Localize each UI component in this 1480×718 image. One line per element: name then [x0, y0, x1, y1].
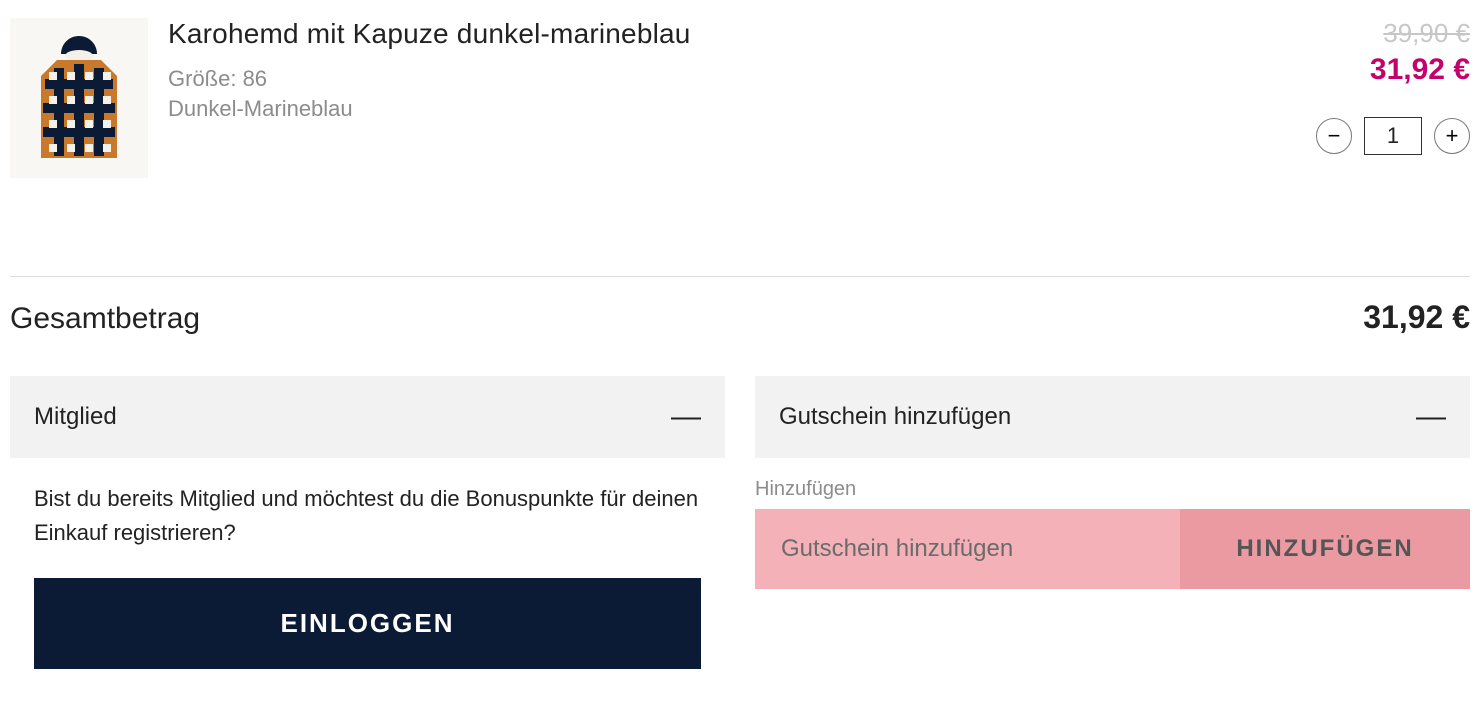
old-price: 39,90 € — [1250, 18, 1470, 49]
voucher-panel: Gutschein hinzufügen — Hinzufügen HINZUF… — [755, 376, 1470, 669]
voucher-panel-head[interactable]: Gutschein hinzufügen — — [755, 376, 1470, 458]
member-panel: Mitglied — Bist du bereits Mitglied und … — [10, 376, 725, 669]
product-title: Karohemd mit Kapuze dunkel-marineblau — [168, 18, 1230, 50]
login-button[interactable]: EINLOGGEN — [34, 578, 701, 669]
voucher-add-button[interactable]: HINZUFÜGEN — [1180, 509, 1470, 589]
collapse-icon: — — [1416, 400, 1446, 434]
member-text: Bist du bereits Mitglied und möchtest du… — [34, 482, 701, 550]
member-panel-body: Bist du bereits Mitglied und möchtest du… — [10, 458, 725, 669]
price-block: 39,90 € 31,92 € − 1 + — [1250, 18, 1470, 155]
member-title: Mitglied — [34, 403, 117, 431]
voucher-title: Gutschein hinzufügen — [779, 403, 1011, 431]
qty-plus-button[interactable]: + — [1434, 118, 1470, 154]
voucher-panel-body: Hinzufügen HINZUFÜGEN — [755, 458, 1470, 589]
total-label: Gesamtbetrag — [10, 302, 200, 336]
sale-price: 31,92 € — [1250, 53, 1470, 87]
member-panel-head[interactable]: Mitglied — — [10, 376, 725, 458]
plus-icon: + — [1446, 125, 1459, 147]
voucher-input[interactable] — [755, 509, 1180, 589]
product-thumbnail — [10, 18, 148, 178]
total-row: Gesamtbetrag 31,92 € — [10, 299, 1470, 336]
voucher-hint: Hinzufügen — [755, 478, 1470, 501]
total-value: 31,92 € — [1363, 299, 1470, 336]
qty-value[interactable]: 1 — [1364, 117, 1422, 155]
product-color: Dunkel-Marineblau — [168, 94, 1230, 124]
qty-minus-button[interactable]: − — [1316, 118, 1352, 154]
product-size: Größe: 86 — [168, 64, 1230, 94]
product-info: Karohemd mit Kapuze dunkel-marineblau Gr… — [168, 18, 1230, 123]
cart-line-item: Karohemd mit Kapuze dunkel-marineblau Gr… — [10, 18, 1470, 178]
minus-icon: − — [1328, 125, 1341, 147]
voucher-row: HINZUFÜGEN — [755, 509, 1470, 589]
quantity-stepper: − 1 + — [1250, 117, 1470, 155]
collapse-icon: — — [671, 400, 701, 434]
hooded-shirt-icon — [19, 28, 139, 168]
divider — [10, 276, 1470, 277]
